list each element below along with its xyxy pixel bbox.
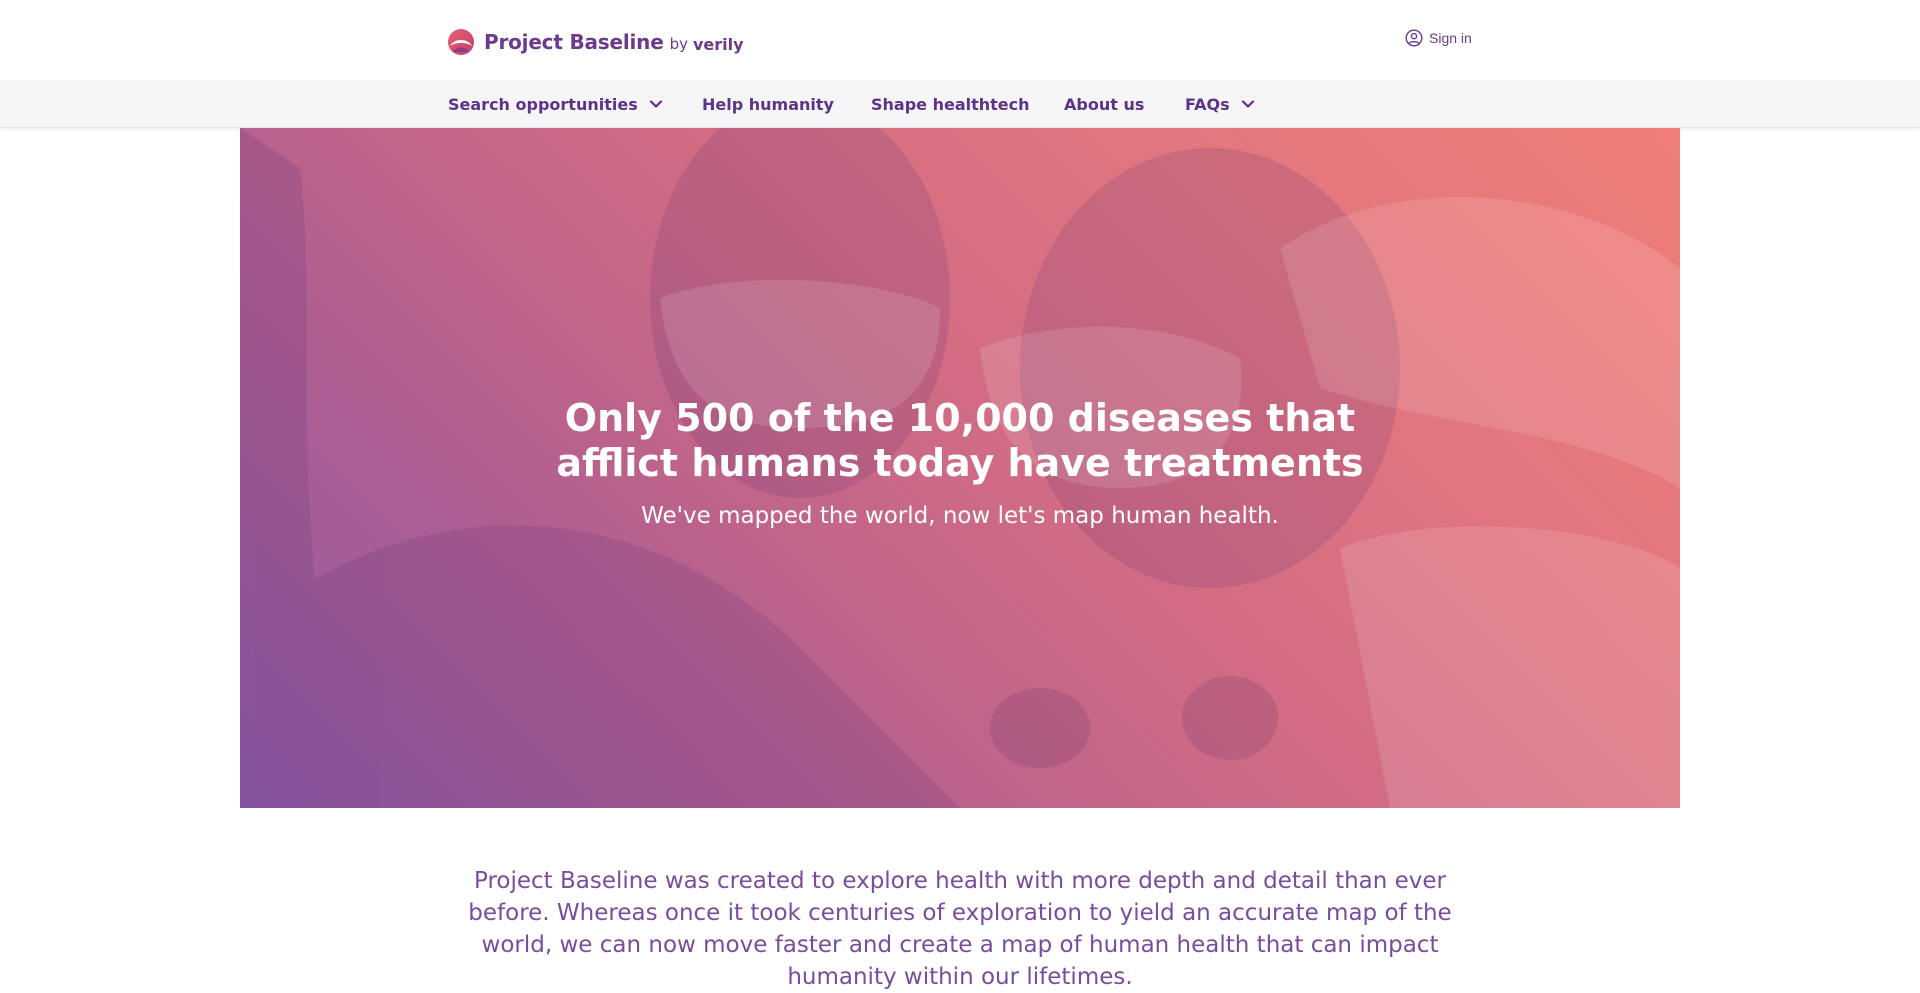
user-circle-icon bbox=[1405, 29, 1423, 47]
main-nav: Search opportunities Help humanity Shape… bbox=[0, 80, 1920, 128]
nav-item-label: Search opportunities bbox=[448, 94, 638, 114]
nav-item-faqs[interactable]: FAQs bbox=[1185, 80, 1256, 128]
nav-item-label: Shape healthtech bbox=[871, 94, 1030, 114]
hero-title: Only 500 of the 10,000 diseases that aff… bbox=[556, 396, 1364, 485]
hero-banner: Only 500 of the 10,000 diseases that aff… bbox=[240, 128, 1680, 808]
brand-by: by bbox=[669, 35, 688, 53]
brand-name: Project Baseline bbox=[484, 30, 664, 54]
nav-item-shape-healthtech[interactable]: Shape healthtech bbox=[871, 80, 1030, 128]
nav-item-search-opportunities[interactable]: Search opportunities bbox=[448, 80, 664, 128]
brand-partner: verily bbox=[693, 34, 744, 54]
nav-item-about-us[interactable]: About us bbox=[1064, 80, 1144, 128]
nav-item-label: FAQs bbox=[1185, 94, 1230, 114]
baseline-logo-icon bbox=[448, 29, 474, 55]
sign-in-link[interactable]: Sign in bbox=[1405, 29, 1472, 47]
nav-item-help-humanity[interactable]: Help humanity bbox=[702, 80, 834, 128]
intro-paragraph: Project Baseline was created to explore … bbox=[468, 868, 1452, 990]
hero-subtitle: We've mapped the world, now let's map hu… bbox=[641, 503, 1279, 529]
nav-item-label: About us bbox=[1064, 94, 1145, 114]
nav-item-label: Help humanity bbox=[702, 94, 834, 114]
brand-logo-link[interactable]: Project Baseline by verily bbox=[447, 24, 744, 60]
sign-in-label: Sign in bbox=[1429, 30, 1472, 46]
site-header: Project Baseline by verily Sign in bbox=[0, 0, 1920, 80]
chevron-down-icon bbox=[1241, 100, 1254, 108]
chevron-down-icon bbox=[649, 100, 662, 108]
